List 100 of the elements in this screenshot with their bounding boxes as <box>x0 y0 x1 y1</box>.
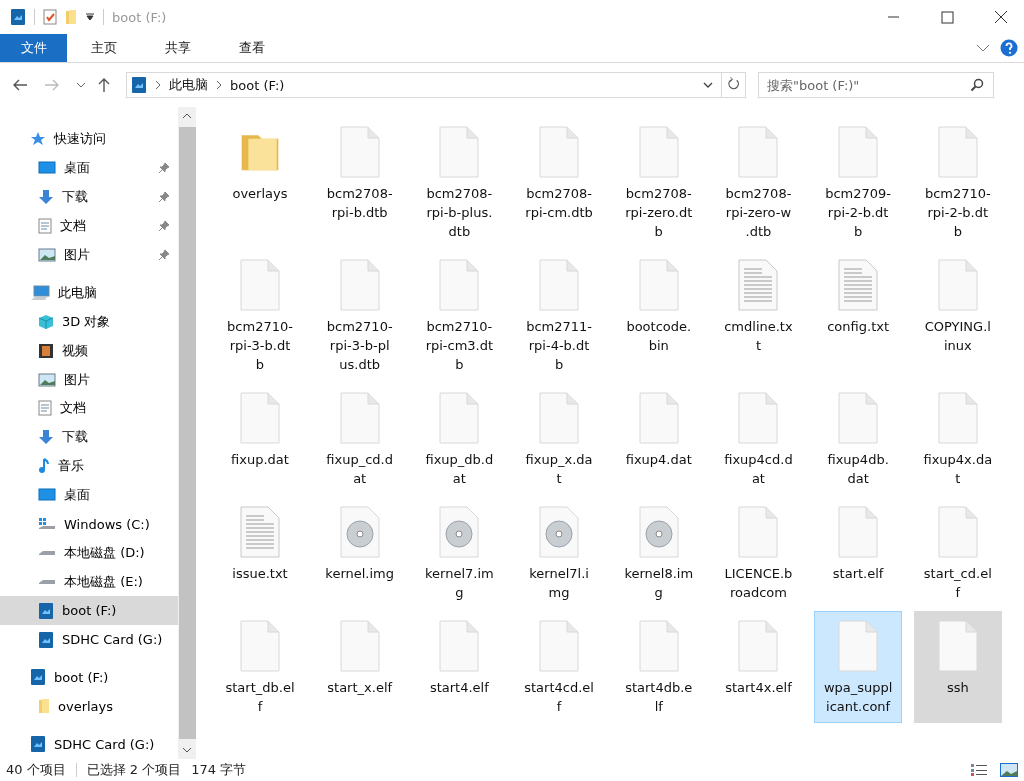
file-item[interactable]: start4db.e lf <box>614 611 703 723</box>
file-item[interactable]: kernel7l.i mg <box>515 497 604 609</box>
breadcrumb[interactable]: 此电脑 <box>169 76 208 94</box>
file-item[interactable]: start_x.elf <box>315 611 404 723</box>
properties-icon[interactable] <box>43 9 57 25</box>
nav-item[interactable]: overlays <box>0 691 178 721</box>
nav-item[interactable]: SDHC Card (G:) <box>0 729 178 759</box>
down-arrow-icon <box>38 429 54 446</box>
file-icon <box>838 392 879 444</box>
file-item[interactable]: bcm2710- rpi-cm3.dt b <box>415 250 504 381</box>
file-item[interactable]: issue.txt <box>216 497 304 609</box>
monitor-icon <box>38 488 56 503</box>
back-arrow-icon[interactable] <box>12 79 28 91</box>
nav-item[interactable]: 文档 <box>0 394 178 423</box>
nav-item[interactable]: 本地磁盘 (E:) <box>0 567 178 597</box>
nav-item[interactable]: 文档 <box>0 211 178 241</box>
file-icon <box>339 259 380 311</box>
nav-item[interactable]: 下载 <box>0 422 178 452</box>
file-item[interactable]: bcm2708- rpi-b-plus. dtb <box>415 117 504 248</box>
sd-card-icon <box>131 76 147 94</box>
large-icons-view-icon[interactable] <box>1000 763 1018 777</box>
breadcrumb[interactable]: boot (F:) <box>230 77 285 93</box>
nav-item[interactable]: 快速访问 <box>0 125 178 154</box>
dropdown-arrow-icon[interactable] <box>85 13 95 21</box>
picture-icon <box>38 248 56 262</box>
file-item[interactable]: kernel7.im g <box>415 497 504 609</box>
file-item[interactable]: ssh <box>913 611 1002 723</box>
scroll-up-icon[interactable] <box>182 113 192 119</box>
file-item[interactable]: kernel8.im g <box>614 497 703 609</box>
file-item[interactable]: LICENCE.b roadcom <box>714 497 803 609</box>
file-item[interactable]: overlays <box>216 117 304 248</box>
down-arrow-icon <box>38 189 54 206</box>
file-item[interactable]: fixup4.dat <box>614 383 703 495</box>
file-item[interactable]: start4x.elf <box>714 611 803 723</box>
nav-item[interactable]: 音乐 <box>0 451 178 481</box>
file-item[interactable]: kernel.img <box>315 497 404 609</box>
computer-icon <box>30 284 50 301</box>
file-item[interactable]: bcm2710- rpi-2-b.dt b <box>913 117 1002 248</box>
file-item[interactable]: start_db.el f <box>216 611 304 723</box>
nav-item[interactable]: Windows (C:) <box>0 509 178 539</box>
file-item[interactable]: bcm2708- rpi-zero-w .dtb <box>714 117 803 248</box>
file-item[interactable]: fixup4x.da t <box>913 383 1002 495</box>
file-item[interactable]: bootcode. bin <box>614 250 703 381</box>
file-icon <box>738 392 779 444</box>
document-icon <box>38 218 52 235</box>
ribbon-tab[interactable]: 查看 <box>215 34 289 62</box>
nav-item[interactable]: 图片 <box>0 240 178 270</box>
chevron-down-icon[interactable] <box>703 82 713 88</box>
file-item[interactable]: bcm2708- rpi-zero.dt b <box>614 117 703 248</box>
file-item[interactable]: bcm2708- rpi-cm.dtb <box>515 117 604 248</box>
nav-item[interactable]: 桌面 <box>0 153 178 183</box>
nav-item[interactable]: SDHC Card (G:) <box>0 625 178 655</box>
nav-item[interactable]: 视频 <box>0 336 178 366</box>
chevron-down-icon[interactable] <box>976 44 990 52</box>
file-icon <box>937 620 978 672</box>
sd-card-icon <box>10 8 26 26</box>
file-item[interactable]: cmdline.tx t <box>714 250 803 381</box>
search-field[interactable]: 搜索"boot (F:)" <box>758 72 994 98</box>
file-item[interactable]: start.elf <box>814 497 903 609</box>
file-item[interactable]: fixup_db.d at <box>415 383 504 495</box>
file-item[interactable]: start_cd.el f <box>913 497 1002 609</box>
details-view-icon[interactable] <box>970 763 988 777</box>
file-item[interactable]: fixup.dat <box>216 383 304 495</box>
file-item[interactable]: start4.elf <box>415 611 504 723</box>
file-item[interactable]: start4cd.el f <box>515 611 604 723</box>
nav-item[interactable]: boot (F:) <box>0 663 178 692</box>
nav-item[interactable]: 图片 <box>0 365 178 394</box>
address-bar[interactable]: 此电脑 boot (F:) <box>126 72 722 98</box>
file-item[interactable]: fixup4cd.d at <box>714 383 803 495</box>
scroll-down-icon[interactable] <box>182 747 192 753</box>
file-item[interactable]: bcm2710- rpi-3-b.dt b <box>216 250 304 381</box>
file-icon <box>738 620 779 672</box>
nav-item[interactable]: 桌面 <box>0 480 178 510</box>
drive-icon <box>38 548 56 557</box>
ribbon-tab[interactable]: 共享 <box>141 34 215 62</box>
file-item[interactable]: bcm2708- rpi-b.dtb <box>315 117 404 248</box>
file-item[interactable]: wpa_suppl icant.conf <box>814 611 903 723</box>
file-item[interactable]: fixup_x.da t <box>515 383 604 495</box>
file-item[interactable]: bcm2711- rpi-4-b.dt b <box>515 250 604 381</box>
chevron-right-icon <box>216 80 222 90</box>
ribbon-tab[interactable]: 文件 <box>0 34 67 62</box>
file-item[interactable]: bcm2709- rpi-2-b.dt b <box>814 117 903 248</box>
file-item[interactable]: config.txt <box>814 250 903 381</box>
file-item[interactable]: fixup4db. dat <box>814 383 903 495</box>
ribbon-tab[interactable]: 主页 <box>67 34 141 62</box>
nav-item[interactable]: 下载 <box>0 182 178 212</box>
nav-item[interactable]: 3D 对象 <box>0 307 178 337</box>
chevron-down-icon[interactable] <box>76 82 86 88</box>
search-icon[interactable] <box>970 78 984 92</box>
file-item[interactable]: fixup_cd.d at <box>315 383 404 495</box>
nav-item[interactable]: 本地磁盘 (D:) <box>0 538 178 568</box>
file-item[interactable]: COPYING.l inux <box>913 250 1002 381</box>
text-file-icon <box>738 259 779 311</box>
help-icon[interactable] <box>1000 39 1018 57</box>
file-icon <box>439 259 480 311</box>
refresh-icon[interactable] <box>722 72 746 98</box>
file-item[interactable]: bcm2710- rpi-3-b-pl us.dtb <box>315 250 404 381</box>
up-arrow-icon[interactable] <box>98 77 110 93</box>
nav-item[interactable]: 此电脑 <box>0 278 178 308</box>
nav-item[interactable]: boot (F:) <box>0 596 178 626</box>
